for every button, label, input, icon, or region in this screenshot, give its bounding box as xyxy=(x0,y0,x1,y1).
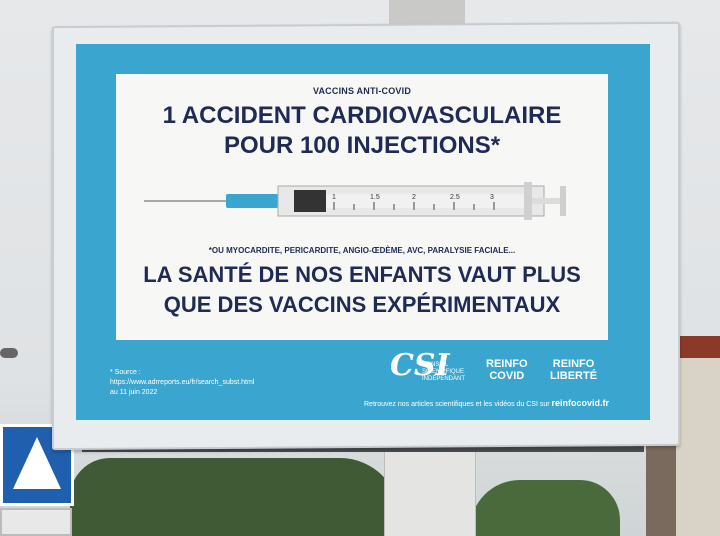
reinfo-liberte-logo: REINFO LIBERTÉ xyxy=(550,358,597,382)
website-domain: reinfocovid.fr xyxy=(551,398,610,408)
syringe-mark-2: 2 xyxy=(412,194,416,201)
reinfo-covid-logo: REINFO COVID xyxy=(486,358,528,382)
bottom-line-1: LA SANTÉ DE NOS ENFANTS VAUT PLUS xyxy=(143,262,581,287)
poster-kicker: VACCINS ANTI-COVID xyxy=(312,86,412,96)
street-scene: VACCINS ANTI-COVID 1 ACCIDENT CARDIOVASC… xyxy=(0,0,720,536)
syringe-mark-1-5: 1.5 xyxy=(370,194,380,201)
billboard-pole-top xyxy=(389,0,465,24)
source-date: au 11 juin 2022 xyxy=(110,389,158,396)
headline-line-2: POUR 100 INJECTIONS* xyxy=(223,132,501,159)
syringe-mark-2-5: 2.5 xyxy=(450,194,460,201)
billboard-post xyxy=(384,446,476,536)
website-text: Retrouvez nos articles scientifiques et … xyxy=(364,401,550,408)
poster-panel: VACCINS ANTI-COVID 1 ACCIDENT CARDIOVASC… xyxy=(116,74,608,340)
bottom-line-2: QUE DES VACCINS EXPÉRIMENTAUX xyxy=(163,292,561,317)
source-block: * Source : https://www.adrreports.eu/fr/… xyxy=(110,368,330,398)
website-line: Retrouvez nos articles scientifiques et … xyxy=(364,398,624,408)
reinfo-liberte-line-1: REINFO xyxy=(552,358,595,370)
trees-right xyxy=(470,480,620,536)
syringe-illustration: 1 1.5 2 2.5 3 xyxy=(144,182,566,220)
csi-line-1: CONSEIL xyxy=(422,362,449,368)
source-label: * Source : xyxy=(110,369,141,376)
csi-line-3: INDÉPENDANT xyxy=(422,376,466,382)
syringe-mark-1: 1 xyxy=(332,194,336,201)
source-url: https://www.adrreports.eu/fr/search_subs… xyxy=(110,379,255,386)
sign-plate xyxy=(0,508,72,536)
house-wall xyxy=(676,358,720,536)
syringe-mark-3: 3 xyxy=(490,194,494,201)
trees-left xyxy=(70,458,400,536)
poster-footnote: *OU MYOCARDITE, PERICARDITE, ANGIO-ŒDÈME… xyxy=(208,246,516,255)
reinfo-covid-line-1: REINFO xyxy=(486,358,528,370)
reinfo-covid-line-2: COVID xyxy=(489,370,525,382)
headline-line-1: 1 ACCIDENT CARDIOVASCULAIRE xyxy=(162,102,562,129)
csi-logo: CSI CONSEIL SCIENTIFIQUE INDÉPENDANT xyxy=(390,348,476,390)
csi-line-2: SCIENTIFIQUE xyxy=(422,369,465,375)
street-lamp xyxy=(0,348,18,358)
reinfo-liberte-line-2: LIBERTÉ xyxy=(550,370,598,382)
csi-name: CONSEIL SCIENTIFIQUE INDÉPENDANT xyxy=(422,362,465,383)
